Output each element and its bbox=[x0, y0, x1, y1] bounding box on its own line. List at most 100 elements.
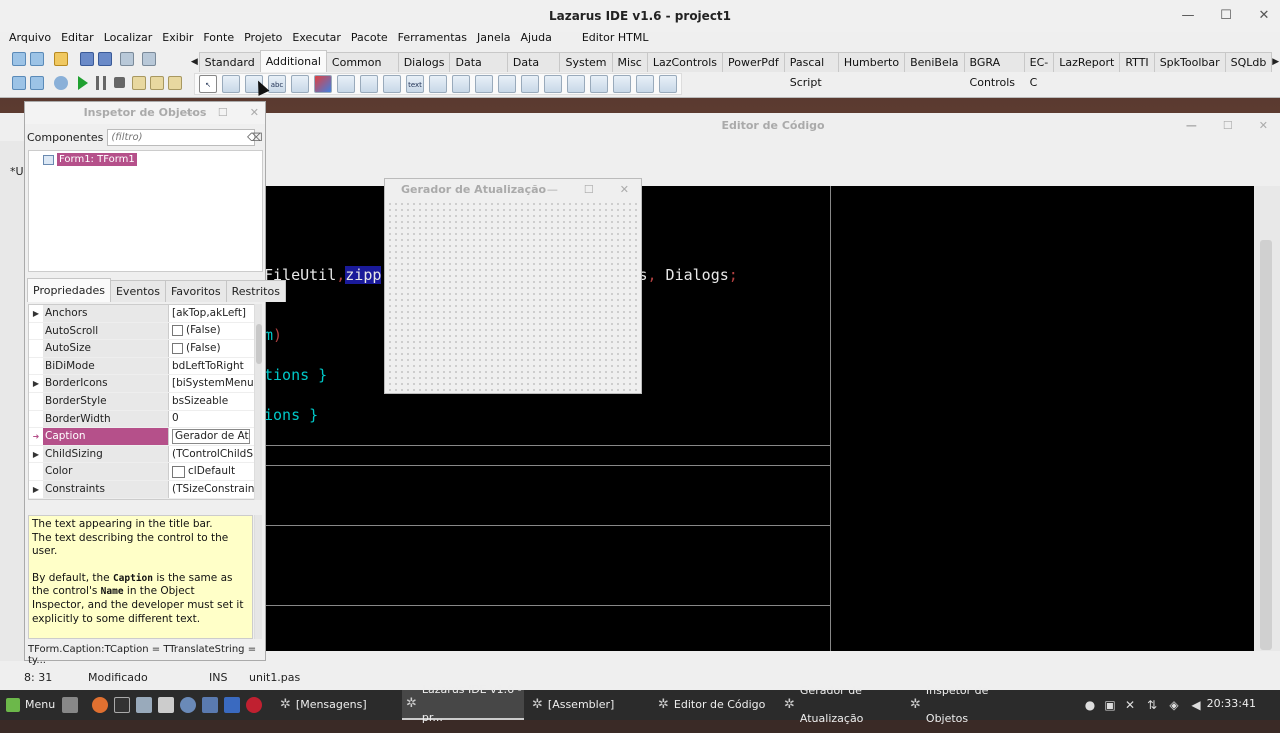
step-over-icon[interactable] bbox=[150, 76, 164, 90]
tab-humberto[interactable]: Humberto bbox=[837, 52, 906, 72]
form-close-icon[interactable]: ✕ bbox=[620, 179, 629, 201]
menu-fonte[interactable]: Fonte bbox=[198, 30, 239, 46]
tab-eventos[interactable]: Eventos bbox=[109, 280, 166, 302]
app-icon[interactable] bbox=[158, 697, 174, 713]
view-units-icon[interactable] bbox=[142, 52, 156, 66]
staticlabel-icon[interactable]: abc bbox=[268, 75, 286, 93]
clear-filter-icon[interactable]: ⌫ bbox=[247, 131, 263, 145]
help-scrollbar[interactable] bbox=[254, 515, 262, 639]
editor-close-icon[interactable]: ✕ bbox=[1259, 113, 1268, 139]
notebook-icon[interactable] bbox=[383, 75, 401, 93]
property-value[interactable]: [biSystemMenu,bi bbox=[169, 375, 259, 392]
tree-item-form1[interactable]: Form1: TForm1 bbox=[43, 153, 137, 166]
property-value[interactable]: (False) bbox=[169, 323, 259, 340]
palette-scroll-left-icon[interactable]: ◀ bbox=[190, 52, 199, 72]
menu-janela[interactable]: Janela bbox=[472, 30, 516, 46]
property-value[interactable]: [akTop,akLeft] bbox=[169, 305, 259, 322]
editor-vertical-scrollbar[interactable] bbox=[1254, 186, 1280, 651]
shield-icon[interactable]: ◈ bbox=[1166, 697, 1182, 713]
tab-additional[interactable]: Additional bbox=[259, 50, 327, 72]
expand-icon[interactable]: ▶ bbox=[29, 446, 43, 463]
app-icon[interactable] bbox=[246, 697, 262, 713]
property-value[interactable]: (TSizeConstraints bbox=[169, 481, 259, 498]
taskbar-item-assembler[interactable]: ✲ [Assembler] bbox=[528, 690, 650, 720]
show-desktop-icon[interactable] bbox=[62, 697, 78, 713]
maximize-icon[interactable]: ☐ bbox=[1218, 8, 1234, 24]
property-grid-scrollbar[interactable] bbox=[254, 304, 262, 500]
settings-icon[interactable] bbox=[180, 697, 196, 713]
app-icon[interactable] bbox=[202, 697, 218, 713]
open-icon[interactable] bbox=[54, 52, 68, 66]
tab-favoritos[interactable]: Favoritos bbox=[164, 280, 227, 302]
bitbtn-icon[interactable] bbox=[222, 75, 240, 93]
tab-ec-c[interactable]: EC-C bbox=[1023, 52, 1055, 89]
tab-misc[interactable]: Misc bbox=[611, 52, 648, 72]
tab-rtti[interactable]: RTTI bbox=[1119, 52, 1155, 72]
property-row-color[interactable]: Color clDefault bbox=[29, 463, 259, 481]
code-editor-titlebar[interactable]: Editor de Código — ☐ ✕ bbox=[266, 113, 1280, 139]
checkbox[interactable] bbox=[172, 342, 183, 354]
property-row-caption[interactable]: ➜CaptionGerador de Atua bbox=[29, 428, 259, 446]
tab-system[interactable]: System bbox=[559, 52, 613, 72]
caption-edit-field[interactable]: Gerador de Atua bbox=[172, 428, 250, 444]
tab-dialogs[interactable]: Dialogs bbox=[397, 52, 451, 72]
unit-tab[interactable]: *U bbox=[10, 165, 24, 178]
minimize-icon[interactable]: — bbox=[1180, 8, 1196, 24]
user-icon[interactable]: ● bbox=[1082, 697, 1098, 713]
colorlistbox-icon[interactable] bbox=[636, 75, 654, 93]
oi-maximize-icon[interactable]: ☐ bbox=[218, 102, 228, 124]
tab-pascal-script[interactable]: Pascal Script bbox=[783, 52, 839, 89]
menu-localizar[interactable]: Localizar bbox=[99, 30, 158, 46]
oi-minimize-icon[interactable]: — bbox=[185, 102, 196, 124]
build-modes-icon[interactable] bbox=[54, 76, 68, 90]
form-maximize-icon[interactable]: ☐ bbox=[584, 179, 594, 201]
save-all-icon[interactable] bbox=[98, 52, 112, 66]
form-minimize-icon[interactable]: — bbox=[547, 179, 558, 201]
valuelisteditor-icon[interactable] bbox=[659, 75, 677, 93]
component-tree[interactable]: Form1: TForm1 bbox=[28, 150, 263, 272]
menu-ferramentas[interactable]: Ferramentas bbox=[393, 30, 472, 46]
view-forms-icon[interactable] bbox=[12, 76, 26, 90]
tab-standard[interactable]: Standard bbox=[198, 52, 261, 72]
taskbar-item-gerador[interactable]: ✲ Gerador de Atualização bbox=[780, 684, 906, 725]
tab-benibela[interactable]: BeniBela bbox=[904, 52, 965, 72]
tab-common-controls[interactable]: Common Controls bbox=[325, 52, 399, 89]
expand-icon[interactable]: ▶ bbox=[29, 305, 43, 322]
volume-icon[interactable]: ◀ bbox=[1188, 697, 1204, 713]
pause-icon[interactable] bbox=[96, 76, 106, 90]
property-value[interactable]: 0 bbox=[169, 411, 259, 428]
property-value[interactable]: Gerador de Atua bbox=[169, 428, 259, 445]
menu-exibir[interactable]: Exibir bbox=[157, 30, 198, 46]
new-unit-icon[interactable] bbox=[12, 52, 26, 66]
property-row-constraints[interactable]: ▶ Constraints (TSizeConstraints bbox=[29, 481, 259, 499]
main-titlebar[interactable]: Lazarus IDE v1.6 - project1 — ☐ ✕ bbox=[0, 0, 1280, 32]
oi-close-icon[interactable]: ✕ bbox=[250, 102, 259, 124]
property-row-autoscroll[interactable]: AutoScroll (False) bbox=[29, 322, 259, 341]
form-titlebar[interactable]: Gerador de Atualização — ☐ ✕ bbox=[385, 179, 641, 201]
property-value[interactable]: clDefault bbox=[169, 463, 259, 480]
menu-editor-html[interactable]: Editor HTML bbox=[577, 30, 654, 46]
new-form-icon[interactable] bbox=[30, 52, 44, 66]
menu-pacote[interactable]: Pacote bbox=[346, 30, 393, 46]
property-row-bordericons[interactable]: ▶ BorderIcons [biSystemMenu,bi bbox=[29, 375, 259, 393]
form-design-surface[interactable] bbox=[387, 201, 641, 393]
editor-maximize-icon[interactable]: ☐ bbox=[1223, 113, 1233, 139]
app-icon[interactable] bbox=[224, 697, 240, 713]
tab-restritos[interactable]: Restritos bbox=[225, 280, 286, 302]
stringgrid-icon[interactable] bbox=[544, 75, 562, 93]
labelededit-icon[interactable]: text bbox=[406, 75, 424, 93]
tools-icon[interactable]: ✕ bbox=[1122, 697, 1138, 713]
shape-icon[interactable] bbox=[314, 75, 332, 93]
paintbox-icon[interactable] bbox=[360, 75, 378, 93]
files-icon[interactable] bbox=[136, 697, 152, 713]
scrollbar-thumb[interactable] bbox=[1260, 240, 1272, 650]
step-out-icon[interactable] bbox=[168, 76, 182, 90]
checkbox[interactable] bbox=[172, 325, 183, 337]
start-menu-button[interactable]: Menu bbox=[6, 690, 55, 720]
property-row-anchors[interactable]: ▶ Anchors [akTop,akLeft] bbox=[29, 305, 259, 323]
tab-bgra-controls[interactable]: BGRA Controls bbox=[963, 52, 1025, 89]
image-icon[interactable] bbox=[291, 75, 309, 93]
toggle-icon[interactable] bbox=[30, 76, 44, 90]
menu-executar[interactable]: Executar bbox=[287, 30, 346, 46]
terminal-icon[interactable] bbox=[114, 697, 130, 713]
